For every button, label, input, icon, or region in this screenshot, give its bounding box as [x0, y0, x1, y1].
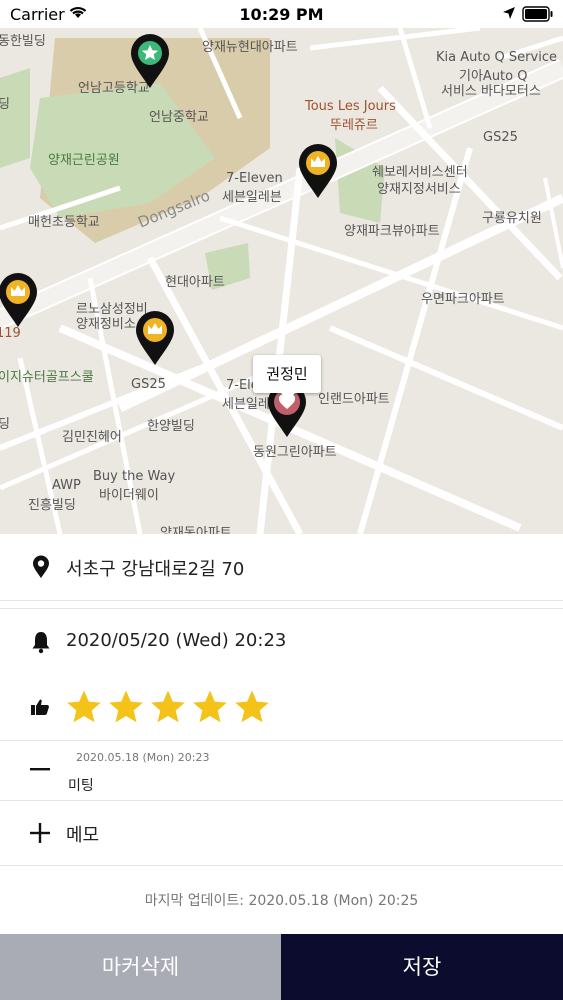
map-label: 구룡유치원	[482, 211, 542, 226]
star-icon[interactable]	[66, 689, 102, 725]
map-label: 119	[0, 326, 21, 341]
address-row[interactable]: 서초구 강남대로2길 70	[0, 534, 563, 601]
map-label: 딩	[0, 97, 10, 112]
crown-pin-icon[interactable]	[298, 143, 338, 199]
map-label: 김민진헤어	[62, 430, 122, 445]
map-label: 양재근린공원	[48, 153, 120, 168]
minus-icon[interactable]	[30, 768, 50, 772]
map-label: 양재정비소	[76, 317, 136, 332]
star-icon[interactable]	[108, 689, 144, 725]
map-label: 서비스 바다모터스	[441, 84, 541, 99]
map-label: GS25	[131, 377, 166, 392]
marker-callout[interactable]: 권정민	[253, 355, 321, 400]
map-label: 동원그린아파트	[253, 445, 337, 460]
last-update-text: 마지막 업데이트: 2020.05.18 (Mon) 20:25	[144, 893, 419, 909]
star-icon[interactable]	[234, 689, 270, 725]
map-label: 진흥빌딩	[28, 498, 76, 513]
map-label: Buy the Way	[93, 469, 176, 484]
memo-entry-text: 미팅	[68, 778, 94, 794]
battery-icon	[522, 6, 553, 22]
map-label: 이지슈터골프스쿨	[0, 370, 94, 385]
star-pin-icon[interactable]	[130, 33, 170, 89]
crown-pin-icon[interactable]	[0, 272, 38, 328]
map-label: 양재동아파트	[160, 526, 232, 534]
alarm-text: 2020/05/20 (Wed) 20:23	[66, 630, 287, 651]
rating-row[interactable]	[0, 675, 563, 741]
add-memo-label: 메모	[66, 825, 100, 846]
status-bar: Carrier 10:29 PM	[0, 0, 563, 28]
map-label: 매헌초등학교	[28, 215, 100, 230]
map-label: 세븐일레븐	[222, 190, 282, 205]
bell-icon	[32, 632, 50, 654]
star-icon[interactable]	[192, 689, 228, 725]
location-pin-icon	[33, 555, 49, 578]
plus-icon[interactable]	[30, 823, 50, 843]
add-memo-row[interactable]: 메모	[0, 801, 563, 866]
address-text: 서초구 강남대로2길 70	[66, 559, 245, 580]
map-label: 7-Eleven	[226, 171, 283, 186]
map-label: 우면파크아파트	[421, 292, 505, 307]
map-label: 양재뉴현대아파트	[202, 40, 298, 55]
alarm-row[interactable]: 2020/05/20 (Wed) 20:23	[0, 608, 563, 676]
map-label: 한양빌딩	[147, 419, 195, 434]
map-label: 뚜레쥬르	[330, 118, 378, 133]
memo-entry-time: 2020.05.18 (Mon) 20:23	[76, 751, 210, 764]
map-label: 딩	[0, 417, 10, 432]
location-arrow-icon	[503, 7, 515, 19]
map-label: 동한빌딩	[0, 34, 46, 49]
map-label: AWP	[52, 478, 81, 493]
rating-stars[interactable]	[66, 689, 276, 729]
thumbs-up-icon	[31, 699, 49, 715]
map-label: 양재파크뷰아파트	[344, 224, 440, 239]
map-label: Kia Auto Q Service	[436, 50, 557, 65]
map-label: 바이더웨이	[99, 488, 159, 503]
clock: 10:29 PM	[239, 5, 324, 24]
star-icon[interactable]	[150, 689, 186, 725]
delete-marker-button[interactable]: 마커삭제	[0, 934, 281, 1000]
map-label: 인랜드아파트	[318, 392, 390, 407]
memo-entry-row[interactable]: 2020.05.18 (Mon) 20:23 미팅	[0, 741, 563, 801]
map-label: GS25	[483, 130, 518, 145]
map-label: 양재지정서비스	[377, 182, 461, 197]
map-label: 현대아파트	[165, 275, 225, 290]
map-view[interactable]: 동한빌딩 양재뉴현대아파트 Kia Auto Q Service 기아Auto …	[0, 28, 563, 534]
map-label: Tous Les Jours	[305, 99, 396, 114]
map-label: 언남중학교	[149, 110, 209, 125]
crown-pin-icon[interactable]	[135, 310, 175, 366]
save-button[interactable]: 저장	[281, 934, 563, 1000]
